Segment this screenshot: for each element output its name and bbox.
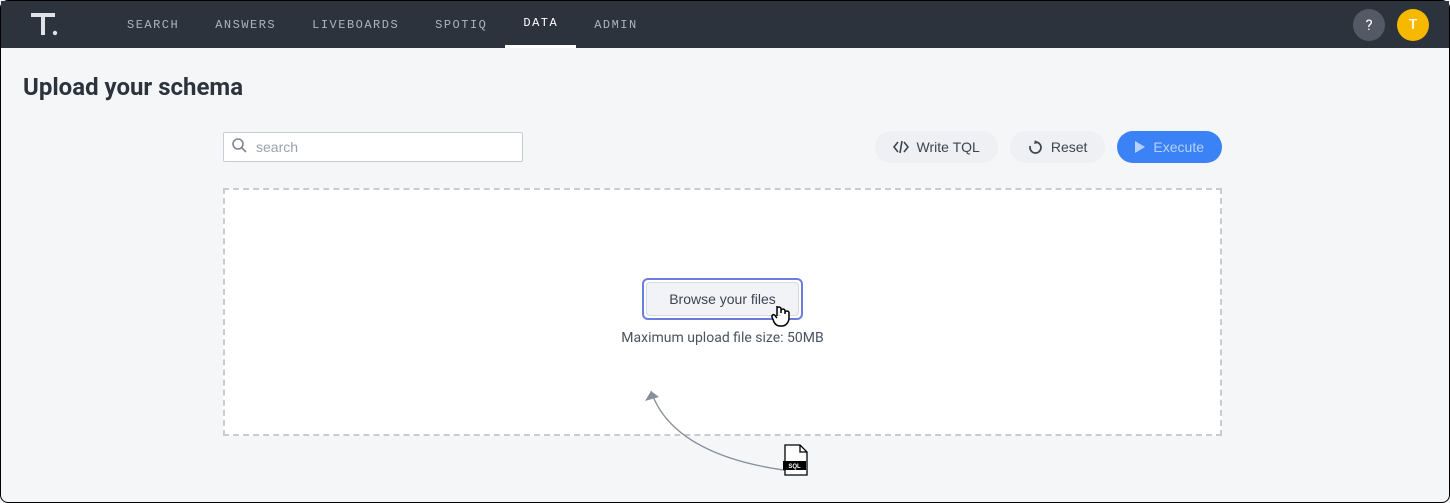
browse-focus-ring: Browse your files	[642, 278, 803, 320]
page-title: Upload your schema	[23, 73, 1427, 101]
help-button[interactable]: ?	[1353, 9, 1385, 41]
nav-answers[interactable]: ANSWERS	[197, 1, 294, 48]
write-tql-button[interactable]: Write TQL	[875, 131, 998, 163]
browse-files-button[interactable]: Browse your files	[646, 282, 799, 316]
code-icon	[893, 140, 909, 154]
execute-label: Execute	[1153, 139, 1204, 155]
topbar: SEARCH ANSWERS LIVEBOARDS SPOTIQ DATA AD…	[1, 1, 1449, 48]
write-tql-label: Write TQL	[917, 139, 980, 155]
execute-button[interactable]: Execute	[1117, 131, 1222, 163]
app-logo[interactable]	[31, 13, 59, 37]
nav-spotiq[interactable]: SPOTIQ	[417, 1, 505, 48]
nav-liveboards[interactable]: LIVEBOARDS	[294, 1, 417, 48]
sql-file-icon: SQL	[782, 444, 810, 480]
reset-icon	[1028, 140, 1043, 155]
toolbar: Write TQL Reset Execute	[23, 131, 1427, 163]
topbar-right: ? T	[1353, 9, 1429, 41]
play-icon	[1135, 141, 1145, 153]
reset-label: Reset	[1051, 139, 1088, 155]
nav-search[interactable]: SEARCH	[109, 1, 197, 48]
reset-button[interactable]: Reset	[1010, 131, 1106, 163]
nav-data[interactable]: DATA	[505, 1, 576, 48]
search-wrap	[223, 132, 523, 162]
svg-text:SQL: SQL	[788, 464, 801, 470]
main-nav: SEARCH ANSWERS LIVEBOARDS SPOTIQ DATA AD…	[109, 1, 656, 48]
toolbar-buttons: Write TQL Reset Execute	[875, 131, 1222, 163]
upload-hint: Maximum upload file size: 50MB	[621, 330, 823, 346]
search-input[interactable]	[223, 132, 523, 162]
page-content: Upload your schema Write TQL Reset	[1, 48, 1449, 436]
avatar[interactable]: T	[1397, 9, 1429, 41]
upload-dropzone[interactable]: Browse your files Maximum upload file si…	[223, 188, 1222, 436]
nav-admin[interactable]: ADMIN	[576, 1, 656, 48]
